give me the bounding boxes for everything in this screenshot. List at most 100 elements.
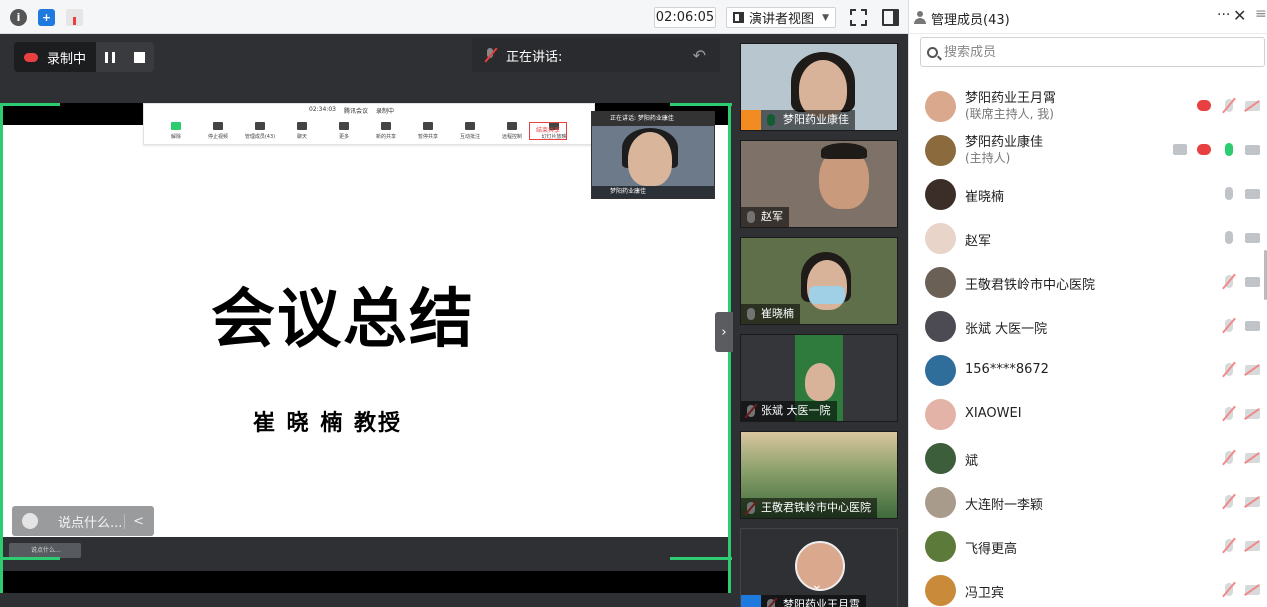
focus-border: [670, 557, 732, 560]
embedded-app-name: 腾讯会议: [343, 108, 368, 115]
embedded-item: 解除: [160, 122, 192, 140]
embedded-chat-input: 说点什么...: [9, 543, 81, 558]
member-row[interactable]: 156****8672: [909, 348, 1267, 392]
mic-muted-icon[interactable]: [1225, 407, 1233, 420]
pause-recording-button[interactable]: [105, 51, 116, 63]
member-name: 大连附一李颖: [965, 498, 1044, 513]
mic-muted-icon[interactable]: [1225, 539, 1233, 552]
embedded-item-label: 新的共享: [375, 134, 396, 140]
chevron-down-icon[interactable]: ⌄: [811, 577, 823, 593]
member-avatar: [925, 443, 956, 474]
video-tile[interactable]: 梦阳药业康佳: [740, 43, 898, 131]
camera-off-icon[interactable]: [1245, 101, 1260, 111]
member-name: 156****8672: [965, 362, 1049, 377]
mic-on-icon[interactable]: [1225, 143, 1233, 156]
share-icon: [381, 122, 391, 130]
embedded-item: 互动批注: [454, 122, 486, 140]
member-row[interactable]: 冯卫宾: [909, 568, 1267, 607]
embedded-item-label: 管理成员(43): [244, 134, 276, 140]
video-tile[interactable]: 张斌 大医一院: [740, 334, 898, 422]
member-row[interactable]: 王敬君铁岭市中心医院: [909, 260, 1267, 304]
camera-icon[interactable]: [1245, 233, 1260, 243]
mic-muted-icon[interactable]: [1225, 319, 1233, 332]
embedded-item: 停止视频: [202, 122, 234, 140]
embedded-item: 聊天: [286, 122, 318, 140]
signal-icon[interactable]: [66, 9, 83, 26]
member-row[interactable]: XIAOWEI: [909, 392, 1267, 436]
chat-input[interactable]: 说点什么... <: [12, 506, 154, 536]
mic-muted-icon[interactable]: [1225, 99, 1233, 112]
camera-icon[interactable]: [1245, 277, 1260, 287]
embedded-end-share: 结束共享: [529, 122, 567, 140]
camera-off-icon[interactable]: [1245, 453, 1260, 463]
member-row[interactable]: 梦阳药业康佳 (主持人): [909, 128, 1267, 172]
mic-on-icon[interactable]: [1225, 231, 1233, 244]
mic-muted-icon[interactable]: [1225, 495, 1233, 508]
member-row[interactable]: 张斌 大医一院: [909, 304, 1267, 348]
video-tile[interactable]: 王敬君铁岭市中心医院: [740, 431, 898, 519]
emoji-icon[interactable]: [22, 513, 38, 529]
shared-screen-area: 录制中 正在讲话: ↶ 会议总结 崔 晓 楠 教授 02:34:03 腾讯会议: [0, 34, 733, 607]
mic-muted-icon[interactable]: [1225, 451, 1233, 464]
video-tile[interactable]: ⌄ 梦阳药业王月霄: [740, 528, 898, 607]
meeting-timer: 02:06:05: [654, 7, 716, 28]
member-role: (主持人): [965, 151, 1011, 165]
embedded-item-label: 解除: [170, 134, 181, 140]
focus-border: [0, 103, 60, 106]
embedded-time: 02:34:03: [309, 106, 336, 113]
more-options-icon[interactable]: ···: [1217, 7, 1230, 23]
undo-icon[interactable]: ↶: [693, 46, 706, 65]
fullscreen-icon[interactable]: [850, 9, 867, 26]
video-tile[interactable]: 崔晓楠: [740, 237, 898, 325]
mic-on-icon[interactable]: [1225, 187, 1233, 200]
cloud-record-icon: [1197, 100, 1211, 111]
member-name: 冯卫宾: [965, 586, 1005, 601]
screen-share-icon: [1173, 144, 1187, 155]
close-icon[interactable]: ✕: [1233, 6, 1246, 25]
video-tile-name: 梦阳药业康佳: [761, 110, 855, 130]
stop-recording-button[interactable]: [133, 51, 145, 63]
member-row[interactable]: 飞得更高: [909, 524, 1267, 568]
member-search-input[interactable]: [944, 44, 1244, 60]
member-row[interactable]: 斌: [909, 436, 1267, 480]
member-row[interactable]: 赵军: [909, 216, 1267, 260]
cloud-record-icon: [24, 52, 38, 62]
camera-off-icon[interactable]: [1245, 409, 1260, 419]
embedded-item: 新的共享: [370, 122, 402, 140]
embedded-item: 更多: [328, 122, 360, 140]
focus-border: [670, 103, 732, 106]
member-name: 赵军: [965, 234, 992, 249]
mic-muted-icon[interactable]: [1225, 275, 1233, 288]
security-shield-icon[interactable]: +: [38, 9, 55, 26]
member-search[interactable]: [920, 37, 1265, 67]
member-row[interactable]: 梦阳药业王月霄 (联席主持人, 我): [909, 84, 1267, 128]
collapse-video-strip-button[interactable]: ›: [715, 312, 733, 352]
video-tile[interactable]: 赵军: [740, 140, 898, 228]
camera-off-icon[interactable]: [1245, 497, 1260, 507]
member-row[interactable]: 大连附一李颖: [909, 480, 1267, 524]
embedded-toolbar-items: 解除 停止视频 管理成员(43) 聊天 更多 新的共享 暂停共享 互动批注 远程…: [160, 122, 570, 140]
sidebar-toggle-icon[interactable]: [882, 9, 899, 26]
member-avatar: [925, 355, 956, 386]
camera-icon[interactable]: [1245, 321, 1260, 331]
member-name: 王敬君铁岭市中心医院: [965, 278, 1096, 293]
mic-muted-icon[interactable]: [1225, 583, 1233, 596]
face-mask: [809, 286, 845, 304]
video-tile-name: 梦阳药业王月霄: [761, 595, 866, 607]
camera-off-icon[interactable]: [1245, 365, 1260, 375]
info-icon[interactable]: i: [10, 9, 27, 26]
mic-muted-icon[interactable]: [1225, 363, 1233, 376]
camera-icon[interactable]: [1245, 145, 1260, 155]
embedded-speaker-name: 梦阳药业康佳: [592, 186, 714, 198]
menu-icon[interactable]: ≡: [1255, 6, 1267, 22]
camera-off-icon[interactable]: [1245, 585, 1260, 595]
chevron-left-icon[interactable]: <: [124, 513, 144, 529]
view-mode-dropdown[interactable]: 演讲者视图 ▼: [726, 7, 836, 28]
camera-off-icon[interactable]: [1245, 541, 1260, 551]
host-badge-icon: [741, 110, 761, 130]
member-row[interactable]: 崔晓楠: [909, 172, 1267, 216]
remote-control-icon: [507, 122, 517, 130]
mic-off-icon: [484, 48, 496, 62]
embedded-item-label: 聊天: [296, 134, 307, 140]
camera-icon[interactable]: [1245, 189, 1260, 199]
